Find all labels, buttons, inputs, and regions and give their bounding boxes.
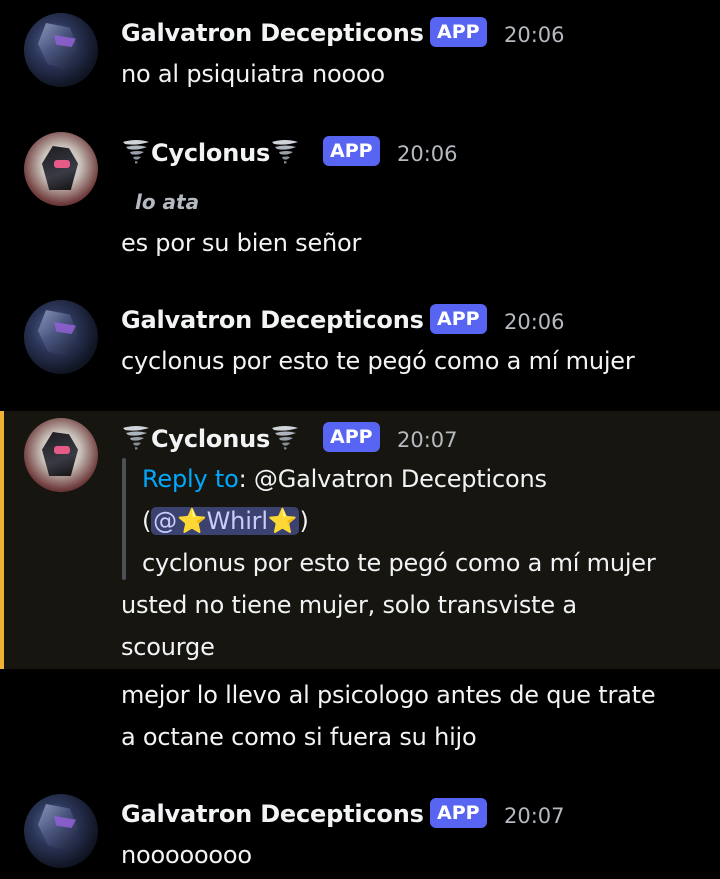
author-name[interactable]: Cyclonus: [121, 424, 300, 453]
reply-header: Reply to: @Galvatron Decepticons: [142, 465, 547, 493]
avatar-galvatron[interactable]: [24, 300, 98, 374]
tornado-icon: [272, 140, 299, 164]
author-name[interactable]: Galvatron Decepticons: [121, 800, 424, 828]
avatar-galvatron[interactable]: [24, 13, 98, 87]
timestamp: 20:06: [504, 23, 565, 47]
action-note: lo ata: [135, 190, 200, 214]
message-text: cyclonus por esto te pegó como a mí muje…: [121, 347, 635, 375]
tornado-icon: [272, 426, 299, 450]
app-badge: APP: [323, 136, 380, 166]
reply-mention-line: (@⭐Whirl⭐): [142, 507, 309, 535]
avatar-galvatron[interactable]: [24, 794, 98, 868]
author-name[interactable]: Galvatron Decepticons: [121, 306, 424, 334]
message-text-line2: scourge: [121, 633, 215, 661]
mention-highlight-bar: [0, 411, 4, 669]
paren-open: (: [142, 507, 152, 535]
quoted-text: cyclonus por esto te pegó como a mí muje…: [142, 549, 656, 577]
timestamp: 20:06: [504, 310, 565, 334]
app-badge: APP: [430, 798, 487, 828]
timestamp: 20:06: [397, 142, 458, 166]
message-text: es por su bien señor: [121, 229, 362, 257]
timestamp: 20:07: [397, 428, 458, 452]
message-text: no al psiquiatra noooo: [121, 60, 385, 88]
author-name-text: Cyclonus: [151, 139, 271, 167]
reply-target[interactable]: : @Galvatron Decepticons: [239, 465, 547, 493]
reply-link[interactable]: Reply to: [142, 465, 239, 493]
message-text: noooooooo: [121, 841, 252, 869]
tornado-icon: [123, 426, 149, 450]
author-name[interactable]: Galvatron Decepticons: [121, 19, 424, 47]
avatar-cyclonus[interactable]: [24, 418, 98, 492]
author-name-text: Cyclonus: [151, 425, 271, 453]
app-badge: APP: [323, 422, 380, 452]
timestamp: 20:07: [504, 804, 565, 828]
paren-close: ): [299, 507, 309, 535]
message-text-line1: mejor lo llevo al psicologo antes de que…: [121, 681, 656, 709]
app-badge: APP: [430, 17, 487, 47]
avatar-cyclonus[interactable]: [24, 132, 98, 206]
app-badge: APP: [430, 304, 487, 334]
tornado-icon: [123, 140, 149, 164]
author-name[interactable]: Cyclonus: [121, 138, 300, 167]
mention-whirl[interactable]: @⭐Whirl⭐: [151, 507, 300, 535]
message-text-line1: usted no tiene mujer, solo transviste a: [121, 591, 577, 619]
message-text-line2: a octane como si fuera su hijo: [121, 723, 477, 751]
quote-bar: [122, 458, 126, 580]
